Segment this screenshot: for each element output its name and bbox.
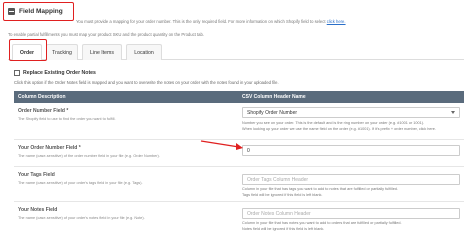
intro-help-link[interactable]: click here. — [327, 19, 346, 24]
row-label: Order Number Field * — [18, 108, 69, 114]
row-help: The name (case-sensitive) of your order'… — [18, 216, 145, 220]
field-mapping-header[interactable]: Field Mapping — [3, 2, 74, 21]
column-description-header: Column Description — [18, 94, 66, 100]
intro-line-2: To enable partial fulfillments you must … — [8, 32, 204, 37]
field-help: Column in your file that has notes you w… — [242, 221, 402, 225]
row-help: The Shopify field to use to find the ord… — [18, 117, 116, 121]
replace-notes-label: Replace Existing Order Notes — [23, 70, 96, 76]
intro-line-1: You must provide a mapping for your orde… — [76, 19, 346, 24]
row-label: Your Tags Field — [18, 172, 55, 178]
collapse-icon[interactable] — [8, 8, 15, 15]
field-help: When looking up your order we use the na… — [242, 127, 436, 131]
table-row: Your Tags Field The name (case-sensitive… — [14, 168, 464, 202]
field-help: Column in your file that has tags you wa… — [242, 187, 398, 191]
field-help: Notes field will be ignored if this fiel… — [242, 227, 325, 231]
tab-tracking[interactable]: Tracking — [46, 44, 78, 60]
replace-notes-description: Click this option if the Order Notes fie… — [14, 80, 279, 85]
row-label: Your Order Number Field * — [18, 145, 81, 151]
tab-line-items[interactable]: Line Items — [82, 44, 122, 60]
your-order-number-input[interactable]: 0 — [242, 145, 460, 156]
table-row: Order Number Field * The Shopify field t… — [14, 104, 464, 140]
section-title: Field Mapping — [19, 8, 63, 15]
tags-field-input[interactable]: Order Tags Column Header — [242, 174, 460, 185]
tab-highlight-box — [9, 39, 47, 61]
notes-field-input[interactable]: Order Notes Column Header — [242, 208, 460, 219]
table-row: Your Notes Field The name (case-sensitiv… — [14, 203, 464, 239]
csv-header-name-header: CSV Column Header Name — [242, 94, 306, 100]
field-help: Number you see on your order. This is th… — [242, 121, 425, 125]
replace-notes-option[interactable]: Replace Existing Order Notes — [14, 70, 96, 76]
row-help: The name (case-sensitive) of the order n… — [18, 154, 160, 158]
row-help: The name (case-sensitive) of your order'… — [18, 181, 143, 185]
row-label: Your Notes Field — [18, 207, 58, 213]
arrow-icon — [200, 140, 243, 150]
replace-notes-checkbox[interactable] — [14, 70, 20, 76]
tab-bar: Order Tracking Line Items Location — [8, 42, 464, 60]
tab-location[interactable]: Location — [126, 44, 162, 60]
field-help: Tags field will be ignored if this field… — [242, 193, 323, 197]
order-number-field-select[interactable]: Shopify Order Number — [242, 107, 460, 118]
mapping-table-header: Column Description CSV Column Header Nam… — [14, 91, 464, 103]
chevron-down-icon — [451, 111, 455, 114]
